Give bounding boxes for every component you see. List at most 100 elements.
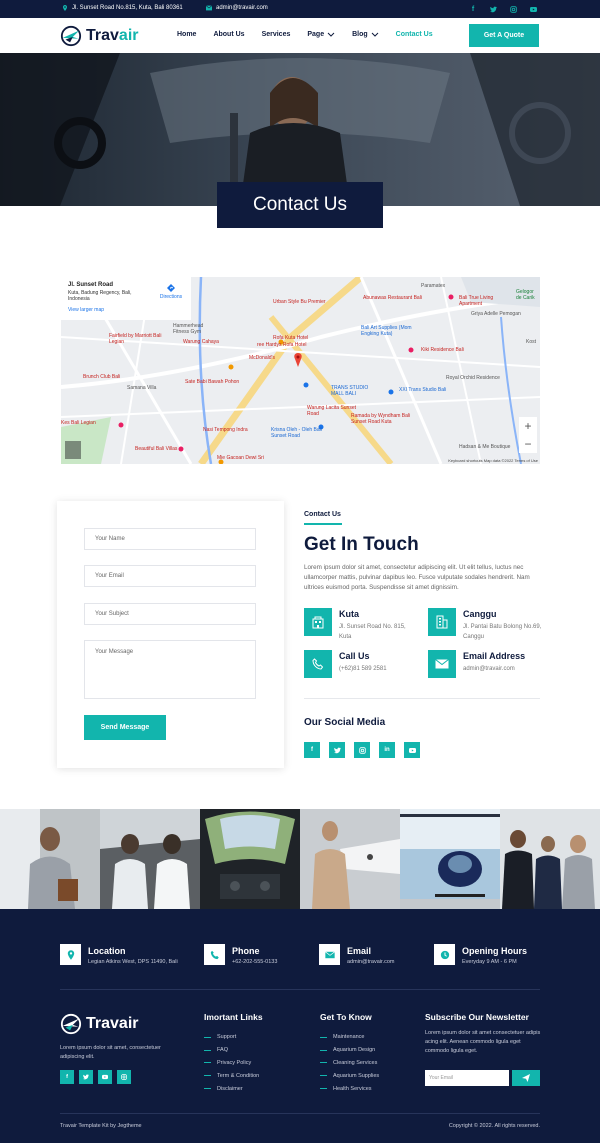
nav-home[interactable]: Home xyxy=(177,31,196,38)
map-label: Sate Babi Bawah Pohon xyxy=(185,379,240,385)
footer-link[interactable]: Aquarium Supplies xyxy=(320,1069,379,1082)
map-zoom-control: + − xyxy=(519,417,537,453)
logo-text: Travair xyxy=(86,27,139,44)
instagram-icon[interactable] xyxy=(117,1070,131,1084)
site-footer: Location Legian Atkins West, DPS 11490, … xyxy=(0,909,600,1143)
footer-info-title: Opening Hours xyxy=(462,946,527,956)
gallery-photo-pilots[interactable] xyxy=(100,809,200,909)
section-title: Get In Touch xyxy=(304,534,419,555)
topbar-address: Jl. Sunset Road No.815, Kuta, Bali 80361 xyxy=(62,5,183,11)
nav-blog[interactable]: Blog xyxy=(352,31,379,38)
map-label: Griya Adelle Pemogan xyxy=(471,311,521,317)
gallery-photo-helicopter[interactable] xyxy=(400,809,500,909)
youtube-icon[interactable] xyxy=(528,4,538,14)
location-icon xyxy=(62,5,68,11)
directions-link[interactable]: Directions xyxy=(158,284,184,300)
newsletter-submit-button[interactable] xyxy=(512,1070,540,1086)
footer-info-detail[interactable]: admin@travair.com xyxy=(347,959,394,965)
envelope-icon xyxy=(428,650,456,678)
footer-link[interactable]: Cleaning Services xyxy=(320,1057,379,1070)
directions-icon xyxy=(167,284,175,292)
linkedin-icon[interactable]: in xyxy=(379,742,395,758)
map-label: Brunch Club Bali xyxy=(83,374,121,380)
get-quote-button[interactable]: Get A Quote xyxy=(469,24,539,47)
map-label: Nasi Tempong Indra xyxy=(203,427,248,433)
section-kicker: Contact Us xyxy=(304,511,341,518)
map-place-card: Jl. Sunset Road Kuta, Badung Regency, Ba… xyxy=(61,277,191,320)
zoom-out-button[interactable]: − xyxy=(519,435,537,453)
google-map[interactable]: Jl. Sunset Road Kuta, Badung Regency, Ba… xyxy=(61,277,540,464)
newsletter-description: Lorem ipsum dolor sit amet consectetuer … xyxy=(425,1030,541,1054)
email-input[interactable]: Your Email xyxy=(84,565,256,587)
footer-column-title: Get To Know xyxy=(320,1012,372,1022)
mail-icon xyxy=(206,5,212,11)
map-label: Royal Orchid Residence xyxy=(446,375,500,381)
facebook-icon[interactable]: f xyxy=(60,1070,74,1084)
map-label: Hammerhead Fitness Gym xyxy=(173,323,204,335)
topbar-address-text: Jl. Sunset Road No.815, Kuta, Bali 80361 xyxy=(72,5,183,11)
twitter-icon[interactable] xyxy=(488,4,498,14)
footer-link[interactable]: Aquarium Design xyxy=(320,1044,379,1057)
facebook-icon[interactable]: f xyxy=(468,4,478,14)
nav-page[interactable]: Page xyxy=(307,31,335,38)
send-message-button[interactable]: Send Message xyxy=(84,715,166,740)
nav-about[interactable]: About Us xyxy=(213,31,244,38)
footer-divider xyxy=(60,989,540,990)
phone-icon xyxy=(204,944,225,965)
instagram-icon[interactable] xyxy=(508,4,518,14)
map-label: Rofa Kuta Hotel xyxy=(273,335,309,341)
twitter-icon[interactable] xyxy=(329,742,345,758)
footer-social: f xyxy=(60,1070,131,1084)
topbar-email[interactable]: admin@travair.com xyxy=(206,5,268,11)
send-icon xyxy=(522,1074,530,1082)
footer-link[interactable]: FAQ xyxy=(204,1044,263,1057)
newsletter-email-input[interactable]: Your Email xyxy=(425,1070,509,1086)
map-label: Beautiful Bali Villas xyxy=(135,446,178,452)
footer-copyright: Copyright © 2022. All rights reserved. xyxy=(448,1123,540,1129)
kicker-underline xyxy=(304,523,342,525)
info-detail[interactable]: admin@travair.com xyxy=(463,664,543,674)
map-label: ree Hardys Rofa Hotel xyxy=(257,342,307,348)
page-title: Contact Us xyxy=(217,182,383,228)
footer-link[interactable]: Health Services xyxy=(320,1082,379,1095)
message-textarea[interactable]: Your Message xyxy=(84,640,256,699)
view-larger-map-link[interactable]: View larger map xyxy=(68,307,184,313)
zoom-in-button[interactable]: + xyxy=(519,417,537,435)
map-label: Samana Villa xyxy=(127,385,157,391)
map-label: Bali True Living Apartment xyxy=(459,295,494,307)
info-detail: Jl. Sunset Road No. 815, Kuta xyxy=(339,624,406,640)
info-title: Canggu xyxy=(463,609,497,619)
info-detail[interactable]: (+62)81 589 2581 xyxy=(339,664,419,674)
footer-info-detail[interactable]: +62-202-555-0133 xyxy=(232,959,277,965)
clock-icon xyxy=(434,944,455,965)
footer-link[interactable]: Term & Condition xyxy=(204,1069,263,1082)
nav-contact[interactable]: Contact Us xyxy=(396,31,433,38)
twitter-icon[interactable] xyxy=(79,1070,93,1084)
footer-brand: Travair xyxy=(86,1015,139,1032)
map-label: XXI Trans Studio Bali xyxy=(399,387,447,393)
footer-link[interactable]: Privacy Policy xyxy=(204,1057,263,1070)
plane-logo-icon xyxy=(60,25,82,47)
main-nav: Travair Home About Us Services Page Blog… xyxy=(0,18,600,53)
map-place-address: Kuta, Badung Regency, Bali, Indonesia xyxy=(68,290,132,302)
map-footer: Keyboard shortcuts Map data ©2022 Terms … xyxy=(448,458,538,463)
map-label: TRANS STUDIO MALL BALI xyxy=(331,385,369,397)
footer-logo[interactable]: Travair xyxy=(60,1013,138,1035)
instagram-icon[interactable] xyxy=(354,742,370,758)
gallery-photo-woman-jet[interactable] xyxy=(300,809,400,909)
subject-input[interactable]: Your Subject xyxy=(84,603,256,625)
youtube-icon[interactable] xyxy=(404,742,420,758)
footer-link[interactable]: Support xyxy=(204,1031,263,1044)
youtube-icon[interactable] xyxy=(98,1070,112,1084)
gallery-photo-traveler[interactable] xyxy=(0,809,100,909)
gallery-photo-cockpit[interactable] xyxy=(200,809,300,909)
topbar-email-text[interactable]: admin@travair.com xyxy=(216,5,268,11)
gallery-photo-crew[interactable] xyxy=(500,809,600,909)
footer-link[interactable]: Maintenance xyxy=(320,1031,379,1044)
footer-credit: Travair Template Kit by Jegtheme xyxy=(60,1123,142,1129)
facebook-icon[interactable]: f xyxy=(304,742,320,758)
name-input[interactable]: Your Name xyxy=(84,528,256,550)
nav-services[interactable]: Services xyxy=(262,31,291,38)
site-logo[interactable]: Travair xyxy=(60,25,139,47)
footer-link[interactable]: Disclaimer xyxy=(204,1082,263,1095)
